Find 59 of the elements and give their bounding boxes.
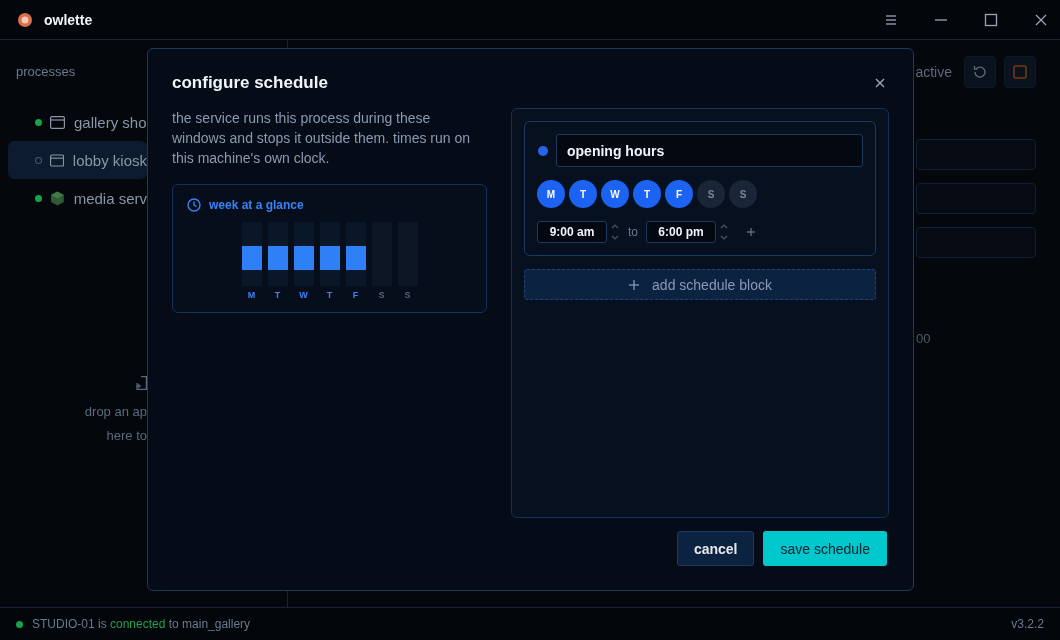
dialog-description: the service runs this process during these windows and stops it outside them. times run on this machine's own clock. <box>172 109 472 168</box>
clock-icon <box>187 198 201 212</box>
time-field[interactable]: 6:00 pm <box>646 221 716 243</box>
time-field[interactable]: 9:00 am <box>537 221 607 243</box>
section-heading: processes <box>16 64 77 80</box>
stepper-icon[interactable] <box>611 222 619 242</box>
process-item[interactable]: media serv <box>8 179 147 217</box>
day-label: M <box>247 289 256 301</box>
minimize-icon <box>934 18 948 21</box>
drop-hint: drop an ap <box>84 403 147 421</box>
app-title: owlette <box>44 11 93 28</box>
separator-text: to <box>628 225 638 239</box>
cube-icon <box>49 190 65 206</box>
card-title: week at a glance <box>209 198 304 212</box>
plus-icon <box>628 278 641 291</box>
day-label: W <box>299 289 308 301</box>
maximize-icon <box>984 12 998 27</box>
day-label: T <box>274 289 281 301</box>
file-plus-icon <box>136 376 147 390</box>
process-item[interactable]: gallery sho <box>8 103 147 141</box>
input-field[interactable] <box>916 227 1036 258</box>
drop-hint: here to <box>106 427 147 445</box>
status-text: active <box>915 64 952 80</box>
restart-icon <box>972 64 988 80</box>
stop-button[interactable] <box>1004 56 1036 88</box>
stop-icon <box>1013 65 1027 79</box>
process-item[interactable]: lobby kiosk <box>8 141 147 179</box>
connection-status: STUDIO-01 is connected to main_gallery <box>32 617 251 631</box>
save-button[interactable]: save schedule <box>763 531 887 566</box>
day-toggle[interactable]: F <box>665 180 693 208</box>
add-block-button[interactable]: add schedule block <box>524 269 876 300</box>
day-toggle[interactable]: M <box>537 180 565 208</box>
day-toggle[interactable]: S <box>729 180 757 208</box>
day-toggle[interactable]: T <box>569 180 597 208</box>
logo-icon <box>18 12 32 27</box>
add-time-button[interactable] <box>746 227 756 237</box>
restart-button[interactable] <box>964 56 996 88</box>
close-icon <box>873 76 887 90</box>
day-toggle[interactable]: T <box>633 180 661 208</box>
name-field[interactable]: opening hours <box>556 134 863 167</box>
day-toggle[interactable]: W <box>601 180 629 208</box>
day-label: F <box>352 289 359 301</box>
dialog-title: configure schedule <box>172 73 328 93</box>
day-toggle[interactable]: S <box>697 180 725 208</box>
window-icon <box>50 115 65 129</box>
close-button[interactable] <box>873 76 887 90</box>
cancel-button[interactable]: cancel <box>676 531 755 566</box>
day-label: T <box>326 289 333 301</box>
stepper-icon[interactable] <box>720 222 728 242</box>
day-label: S <box>404 289 411 301</box>
menu-icon <box>884 12 898 27</box>
window-icon <box>49 153 64 167</box>
input-field[interactable] <box>916 139 1036 170</box>
close-icon <box>1034 12 1048 27</box>
plus-icon <box>746 227 756 237</box>
day-label: S <box>378 289 385 301</box>
version-text: v3.2.2 <box>1011 617 1044 631</box>
value-text: 00 <box>916 331 932 346</box>
input-field[interactable] <box>916 183 1036 214</box>
